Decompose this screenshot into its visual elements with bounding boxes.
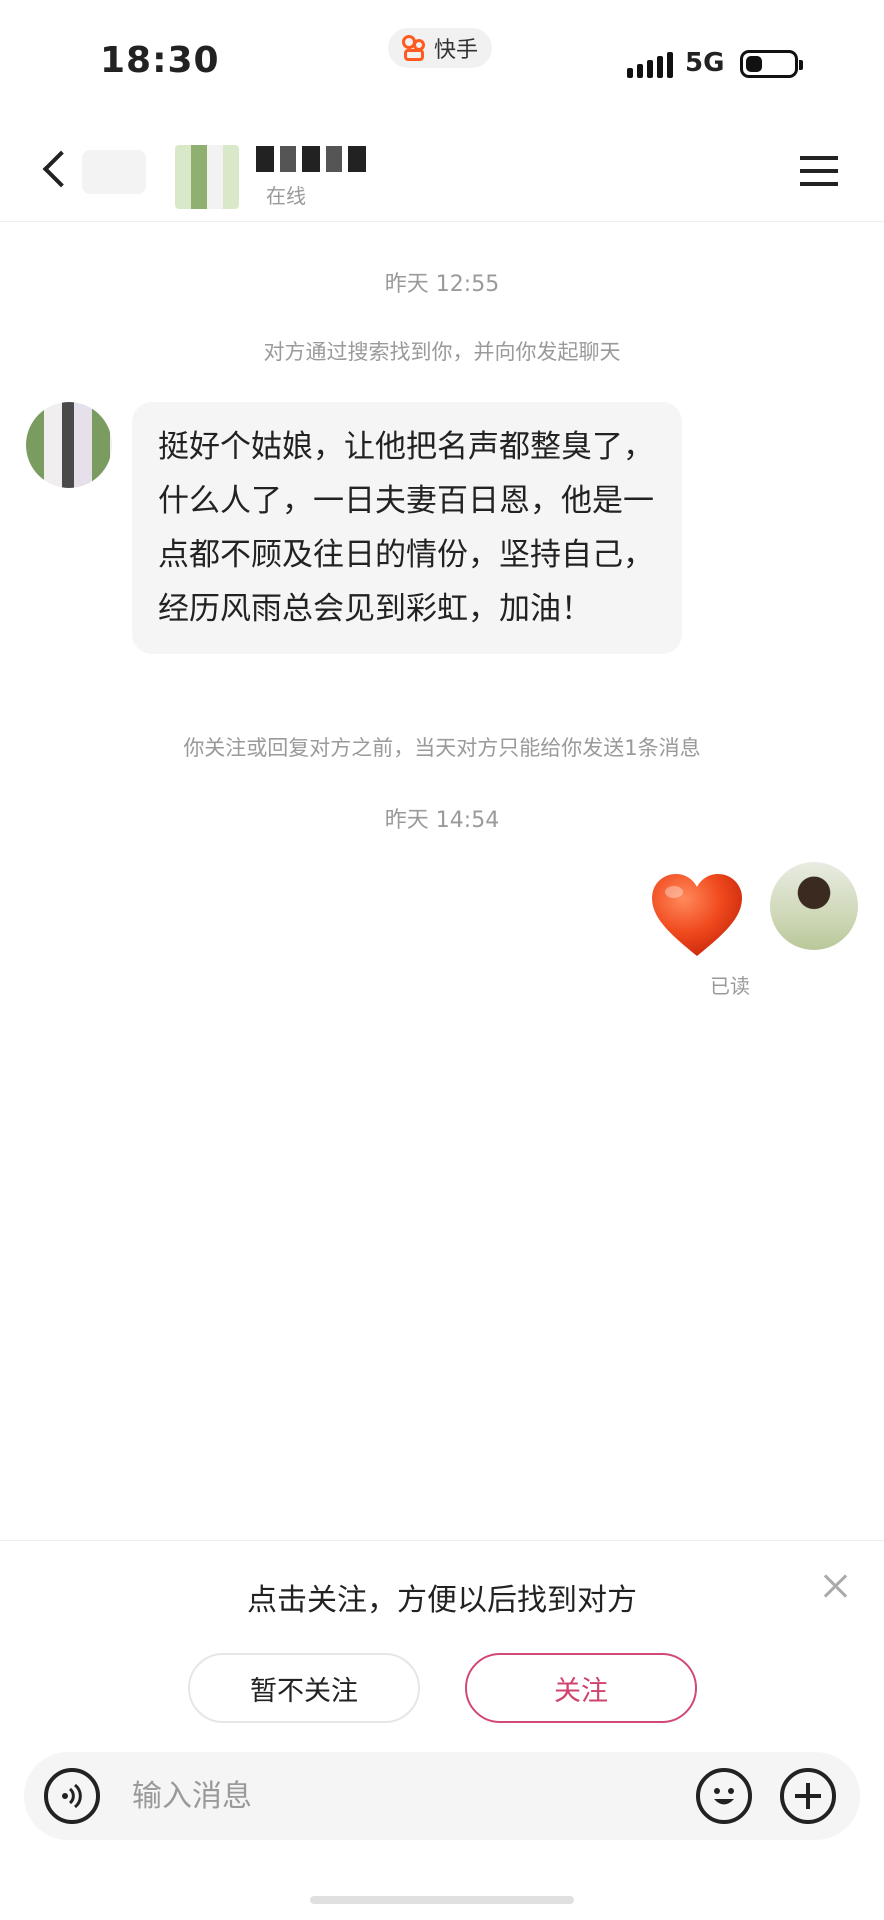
kuaishou-logo-icon xyxy=(402,35,428,61)
network-type: 5G xyxy=(685,48,725,78)
close-icon[interactable] xyxy=(818,1569,852,1603)
message-input[interactable] xyxy=(132,1772,672,1820)
status-time: 18:30 xyxy=(100,40,220,81)
follow-prompt-panel: 点击关注，方便以后找到对方 暂不关注 关注 xyxy=(0,1540,884,1780)
read-receipt: 已读 xyxy=(710,974,750,998)
contact-name[interactable] xyxy=(256,146,366,172)
system-note: 对方通过搜索找到你，并向你发起聊天 xyxy=(263,340,621,364)
system-note-limit: 你关注或回复对方之前，当天对方只能给你发送1条消息 xyxy=(183,736,701,760)
chat-header: 在线 xyxy=(0,120,884,222)
unread-badge xyxy=(82,150,146,194)
signal-icon xyxy=(627,52,673,78)
message-input-bar xyxy=(24,1752,860,1840)
plus-icon[interactable] xyxy=(780,1768,836,1824)
heart-emoji-icon[interactable] xyxy=(650,872,744,958)
emoji-icon[interactable] xyxy=(696,1768,752,1824)
contact-status: 在线 xyxy=(266,184,306,208)
status-bar: 18:30 快手 5G xyxy=(0,0,884,120)
app-name: 快手 xyxy=(434,38,479,63)
timestamp: 昨天 12:55 xyxy=(384,272,500,297)
app-indicator[interactable]: 快手 xyxy=(388,28,493,68)
voice-icon[interactable] xyxy=(44,1768,100,1824)
incoming-message-bubble[interactable]: 挺好个姑娘，让他把名声都整臭了，什么人了，一日夫妻百日恩，他是一点都不顾及往日的… xyxy=(132,402,682,654)
battery-icon xyxy=(740,50,803,78)
my-avatar[interactable] xyxy=(770,862,858,950)
contact-avatar[interactable] xyxy=(175,145,239,209)
sender-avatar[interactable] xyxy=(26,402,112,488)
follow-prompt-text: 点击关注，方便以后找到对方 xyxy=(247,1583,637,1618)
home-indicator[interactable] xyxy=(310,1896,574,1904)
follow-button[interactable]: 关注 xyxy=(465,1653,697,1723)
timestamp: 昨天 14:54 xyxy=(384,808,500,833)
menu-icon[interactable] xyxy=(800,156,838,186)
back-button[interactable] xyxy=(36,148,76,194)
skip-follow-button[interactable]: 暂不关注 xyxy=(188,1653,420,1723)
